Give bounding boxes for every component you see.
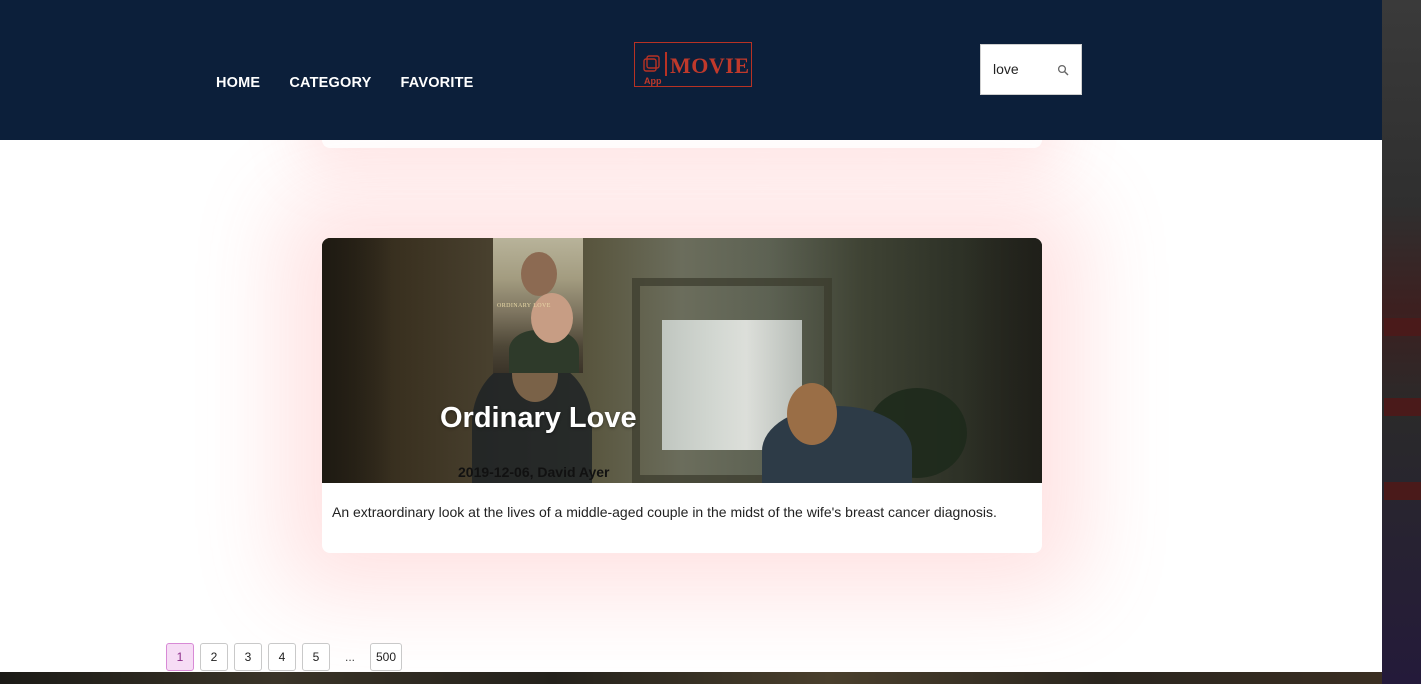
movie-poster[interactable]: ORDINARY LOVE <box>493 238 583 373</box>
page-button-3[interactable]: 3 <box>234 643 262 671</box>
nav-category-link[interactable]: CATEGORY <box>289 75 371 91</box>
search-input[interactable] <box>993 61 1053 77</box>
logo-subtext: App <box>644 76 662 86</box>
film-icon <box>643 55 660 72</box>
side-strip-bar <box>1384 318 1421 336</box>
page-viewport: ORDINARY LOVE Ordinary Love 2019-12-06, … <box>0 0 1382 672</box>
pagination-ellipsis: ... <box>344 650 355 664</box>
logo-divider <box>665 52 667 76</box>
poster-face-woman <box>531 293 573 343</box>
poster-face-man <box>521 252 557 296</box>
page-button-2[interactable]: 2 <box>200 643 228 671</box>
backdrop-shade-left <box>322 238 392 483</box>
movie-title[interactable]: Ordinary Love <box>440 402 637 435</box>
movie-release-and-director: 2019-12-06, David Ayer <box>458 464 610 480</box>
page-button-last[interactable]: 500 <box>370 643 403 671</box>
logo-text: MOVIE <box>670 53 750 78</box>
side-strip-bar <box>1384 398 1421 416</box>
bottom-strip <box>0 672 1382 684</box>
desktop-side-strip <box>1382 0 1421 684</box>
page-button-5[interactable]: 5 <box>302 643 330 671</box>
nav-home-link[interactable]: HOME <box>216 75 260 91</box>
movie-app-logo[interactable]: MOVIE App <box>634 42 752 87</box>
search-box[interactable] <box>980 44 1082 95</box>
backdrop-head-woman <box>787 383 837 445</box>
site-header: HOME CATEGORY FAVORITE MOVIE App <box>0 0 1382 140</box>
page-button-1[interactable]: 1 <box>166 643 194 671</box>
search-icon[interactable] <box>1057 64 1069 76</box>
backdrop-shade-right <box>962 238 1042 483</box>
main-nav: HOME CATEGORY FAVORITE <box>216 75 474 91</box>
movie-backdrop-image: ORDINARY LOVE Ordinary Love 2019-12-06, … <box>322 238 1042 483</box>
pagination: 1 2 3 4 5 ... 500 <box>166 643 403 671</box>
movie-overview: An extraordinary look at the lives of a … <box>332 504 997 520</box>
movie-card[interactable]: ORDINARY LOVE Ordinary Love 2019-12-06, … <box>322 238 1042 553</box>
nav-favorite-link[interactable]: FAVORITE <box>400 75 473 91</box>
poster-title-text: ORDINARY LOVE <box>497 303 551 309</box>
side-strip-bar <box>1384 482 1421 500</box>
page-button-4[interactable]: 4 <box>268 643 296 671</box>
